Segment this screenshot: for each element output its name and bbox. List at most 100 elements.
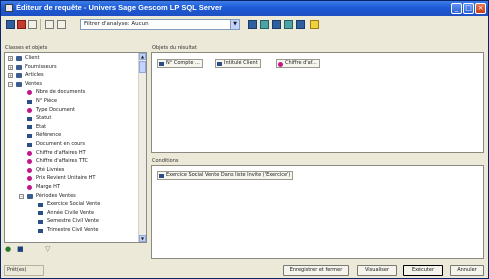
tree-item-label: Statut [36,115,52,122]
scroll-up-icon[interactable]: ▲ [139,53,146,60]
result-object-label: N° Compte ... [166,60,200,66]
close-button[interactable]: × [475,3,486,14]
folder-icon [16,73,22,79]
tree-item-label: Prix Revient Unitaire HT [36,175,96,182]
filter-clear-icon[interactable] [57,20,66,29]
field-icon [38,202,43,207]
tree-item-label: Semestre Civil Vente [47,218,99,225]
tree-item-label: Type Document [36,106,75,113]
calc-icon [27,167,32,173]
window-title: Éditeur de requête - Univers Sage Gescom… [16,3,223,12]
cancel-button[interactable]: Annuler [450,265,484,276]
calc-icon [27,90,32,96]
field-icon [27,125,32,130]
expand-icon[interactable]: + [8,56,13,61]
result-object-label: Intitulé Client [224,60,258,66]
scroll-thumb[interactable] [139,61,146,73]
scroll-down-icon[interactable]: ▼ [139,235,146,242]
result-objects-panel[interactable]: N° Compte ... Intitulé Client Chiffre d'af… [151,52,484,153]
data-icon[interactable] [248,20,257,29]
result-object-chip[interactable]: N° Compte ... [157,59,203,68]
tree-item-label: Client [25,55,40,61]
toolbar-separator [40,19,41,30]
calc-icon [27,159,32,165]
folder-icon [16,81,22,87]
query-editor-window: Éditeur de requête - Univers Sage Gescom… [0,0,489,279]
conditions-label: Conditions [152,158,179,164]
execute-button[interactable]: Exécuter [403,265,443,276]
tree-item-label: Trimestre Civil Vente [47,227,99,233]
tree-item-label: Année Civile Vente [47,209,95,216]
calc-icon [27,150,32,156]
field-icon [27,99,32,104]
calc-icon [27,107,32,113]
tree-item-label: Chiffre d'affaires HT [36,149,86,156]
field-icon [27,116,32,121]
tree-scrollbar[interactable]: ▲ ▼ [138,53,146,242]
tree-item-label: Référence [36,132,62,139]
tree-item-label: Périodes Ventes [36,192,76,199]
field-icon [27,142,32,147]
tree-item-label: Qté Livrées [36,166,65,173]
tree-item-label: Fournisseurs [25,63,57,70]
sort-toggle-icon[interactable] [272,20,281,29]
refresh-icon[interactable] [17,20,26,29]
add-condition-icon[interactable]: ● [5,245,15,253]
help-icon[interactable] [310,20,319,29]
tree-item-label: Chiffre d'affaires TTC [36,158,89,165]
field-icon [159,61,164,66]
expand-icon[interactable]: + [8,64,13,70]
view-button[interactable]: Visualiser [357,265,397,276]
tree-item-label: Nbre de documents [36,89,86,96]
analysis-filter-select[interactable]: Filtrer d'analyse: Aucun ▼ [80,19,240,30]
classes-objects-label: Classes et objets [5,45,48,51]
status-bar: Prêt(es) Enregistrer et fermer Visualise… [1,263,488,279]
tree-item-label: Exercice Social Vente [47,201,101,208]
field-icon [217,61,222,66]
collapse-icon[interactable]: − [19,193,24,199]
tree-item-label: Marge HT [36,184,60,190]
app-icon [5,4,13,12]
result-objects-label: Objets du résultat [152,45,197,51]
filter-icon[interactable] [45,20,54,29]
sort-icon[interactable] [260,20,269,29]
field-icon [27,133,32,138]
collapse-icon[interactable]: − [8,81,13,87]
chevron-down-icon[interactable]: ▼ [230,20,239,29]
folder-icon [27,193,33,199]
condition-label: Exercice Social Vente Dans liste Invite … [166,172,291,178]
result-object-chip[interactable]: Chiffre d'af... [276,59,320,68]
field-icon [159,173,164,178]
folder-icon [16,64,22,70]
field-icon [38,211,43,216]
expand-icon[interactable]: + [8,73,13,79]
conditions-panel[interactable]: Exercice Social Vente Dans liste Invite … [151,165,484,259]
tree-item-label: Etat [36,123,47,130]
filter-funnel-icon[interactable]: ▽ [45,245,55,253]
toolbar: Filtrer d'analyse: Aucun ▼ [3,18,486,32]
folder-icon [16,56,22,61]
save-and-close-button[interactable]: Enregistrer et fermer [283,265,349,276]
title-bar[interactable]: Éditeur de requête - Univers Sage Gescom… [1,1,488,16]
tree-item-label: N° Pièce [36,98,58,104]
result-object-chip[interactable]: Intitulé Client [215,59,261,68]
minimize-button[interactable]: _ [451,3,462,14]
field-filter-icon[interactable]: ■ [17,245,27,253]
analysis-filter-value: Filtrer d'analyse: Aucun [84,21,149,27]
tree-item-label: Ventes [25,80,42,87]
maximize-button[interactable]: □ [463,3,474,14]
status-text: Prêt(es) [4,265,44,276]
sql-icon[interactable] [284,20,293,29]
classes-objects-tree[interactable]: ▲ ▼ + Client + Fournisseurs + Articles − Ventes… [4,52,147,243]
view-icon[interactable] [28,20,37,29]
tree-item-label: Articles [25,72,44,79]
condition-item[interactable]: Exercice Social Vente Dans liste Invite … [157,171,294,180]
field-icon [38,219,43,224]
calc-icon [27,185,32,190]
field-icon [38,228,43,233]
calc-icon [27,176,32,182]
calc-icon [278,61,283,67]
options-icon[interactable] [296,20,305,29]
query-icon[interactable] [6,20,15,29]
tree-item-label: Document en cours [36,141,85,147]
